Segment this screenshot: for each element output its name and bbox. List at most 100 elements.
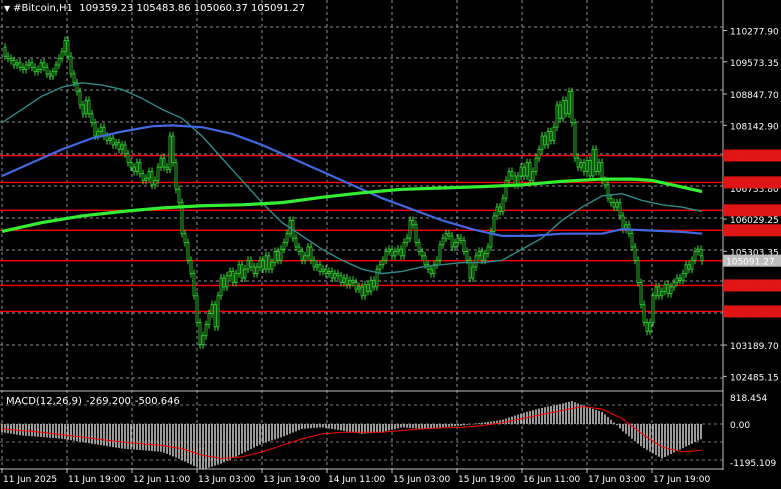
candle-body xyxy=(612,202,616,208)
macd-hist-bar xyxy=(133,424,135,450)
macd-hist-bar xyxy=(427,424,429,429)
price-tick-label: 110277.90 xyxy=(730,28,779,38)
candle-body xyxy=(156,166,160,181)
candle-body xyxy=(378,264,382,270)
candle-body xyxy=(465,251,469,261)
candle-body xyxy=(504,180,508,199)
candle-body xyxy=(507,171,511,181)
macd-hist-bar xyxy=(100,424,102,446)
candle-body xyxy=(276,251,280,261)
macd-hist-bar xyxy=(13,424,15,435)
macd-hist-bar xyxy=(274,424,276,440)
macd-hist-bar xyxy=(103,424,105,446)
candle-body xyxy=(594,148,598,172)
price-tick-label: 102485.15 xyxy=(730,373,779,383)
macd-hist-bar xyxy=(688,424,690,446)
macd-hist-bar xyxy=(286,424,288,436)
macd-hist-bar xyxy=(433,424,435,428)
candle-body xyxy=(357,286,361,290)
candle-body xyxy=(390,248,394,257)
macd-hist-bar xyxy=(178,424,180,459)
candle-body xyxy=(231,270,235,283)
candle-body xyxy=(24,64,28,70)
candle-body xyxy=(135,162,139,172)
candle-body xyxy=(153,180,157,186)
dropdown-triangle-icon[interactable]: ▼ xyxy=(4,4,10,13)
macd-hist-bar xyxy=(430,424,432,429)
macd-hist-bar xyxy=(502,419,504,424)
macd-hist-bar xyxy=(37,424,39,437)
macd-hist-bar xyxy=(295,424,297,432)
macd-hist-bar xyxy=(544,407,546,424)
candle-body xyxy=(90,113,94,124)
chart-background xyxy=(0,0,781,489)
macd-hist-bar xyxy=(319,424,321,428)
macd-hist-bar xyxy=(289,424,291,434)
candle-body xyxy=(138,162,142,175)
candle-body xyxy=(462,239,466,252)
candle-body xyxy=(195,295,199,323)
macd-hist-bar xyxy=(652,424,654,454)
candle-body xyxy=(354,282,358,290)
candle-body xyxy=(543,135,547,146)
macd-hist-bar xyxy=(385,424,387,432)
macd-hist-bar xyxy=(61,424,63,439)
macd-hist-bar xyxy=(667,424,669,456)
macd-hist-bar xyxy=(181,424,183,461)
macd-hist-bar xyxy=(463,424,465,426)
macd-hist-bar xyxy=(244,424,246,453)
macd-hist-bar xyxy=(145,424,147,451)
level-price-text: 105776.11 xyxy=(726,227,775,237)
candle-body xyxy=(369,279,373,292)
candle-body xyxy=(441,237,445,246)
candle-body xyxy=(297,246,301,252)
candle-body xyxy=(9,57,13,61)
macd-hist-bar xyxy=(208,424,210,468)
candle-body xyxy=(615,202,619,208)
candle-body xyxy=(360,286,364,297)
candle-body xyxy=(141,173,145,181)
candle-body xyxy=(174,162,178,190)
candle-body xyxy=(333,273,337,279)
macd-hist-bar xyxy=(115,424,117,448)
candle-body xyxy=(12,60,16,66)
price-chart[interactable]: 110277.90109573.35108847.70108142.901067… xyxy=(0,0,781,489)
candle-body xyxy=(21,66,25,70)
candle-body xyxy=(210,304,214,314)
macd-hist-bar xyxy=(67,424,69,440)
candle-body xyxy=(321,268,325,272)
macd-signal-value: -500.646 xyxy=(134,396,180,407)
candle-body xyxy=(6,55,10,59)
candle-body xyxy=(579,162,583,168)
candle-body xyxy=(477,251,481,257)
macd-hist-bar xyxy=(148,424,150,451)
candle-body xyxy=(531,171,535,181)
macd-hist-bar xyxy=(481,422,483,424)
macd-hist-bar xyxy=(700,424,702,440)
candle-body xyxy=(513,175,517,186)
candle-body xyxy=(519,166,523,177)
candle-body xyxy=(177,188,181,204)
macd-hist-bar xyxy=(187,424,189,464)
level-price-text: 106855.59 xyxy=(726,179,775,189)
macd-hist-bar xyxy=(448,424,450,427)
candle-body xyxy=(33,66,37,73)
candle-body xyxy=(582,162,586,172)
time-tick-label: 15 Jun 19:00 xyxy=(458,475,515,485)
macd-hist-bar xyxy=(604,414,606,424)
macd-hist-bar xyxy=(217,424,219,465)
candle-body xyxy=(60,51,64,59)
level-price-text: 103947.55 xyxy=(726,308,775,318)
candle-body xyxy=(642,304,646,323)
candle-body xyxy=(264,255,268,270)
macd-hist-bar xyxy=(400,424,402,428)
macd-hist-bar xyxy=(211,424,213,467)
macd-hist-bar xyxy=(232,424,234,458)
candle-body xyxy=(459,237,463,241)
candle-body xyxy=(240,264,244,279)
macd-hist-bar xyxy=(46,424,48,438)
candle-body xyxy=(312,259,316,268)
candle-body xyxy=(675,277,679,283)
candle-body xyxy=(666,284,670,294)
macd-hist-bar xyxy=(412,424,414,429)
